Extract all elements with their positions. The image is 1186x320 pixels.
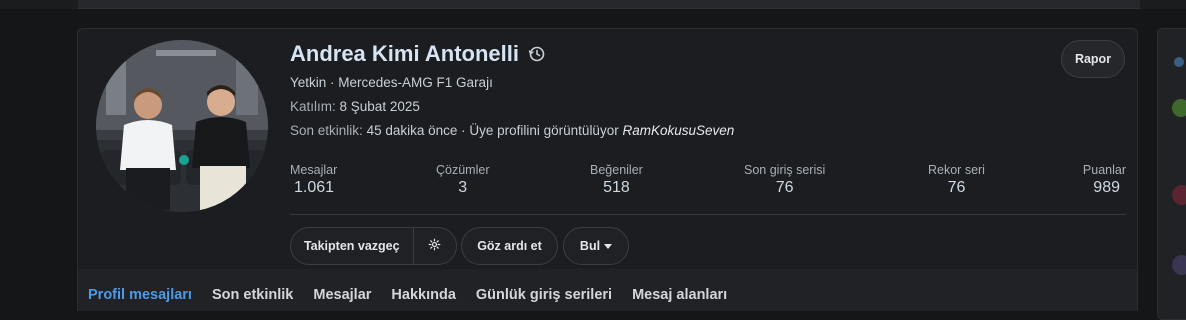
tab-about[interactable]: Hakkında xyxy=(391,287,455,303)
profile-header: Andrea Kimi Antonelli Yetkin · Mercedes-… xyxy=(78,29,1137,269)
stat-messages[interactable]: Mesajlar 1.061 xyxy=(290,163,337,197)
profile-last-activity: Son etkinlik: 45 dakika önce · Üye profi… xyxy=(290,123,734,138)
sidebar-avatar[interactable] xyxy=(1172,255,1186,275)
stat-label: Puanlar xyxy=(1082,163,1126,177)
profile-tabs: Profil mesajları Son etkinlik Mesajlar H… xyxy=(88,287,727,303)
top-nav-strip xyxy=(78,0,1140,9)
tab-recent-activity[interactable]: Son etkinlik xyxy=(212,287,293,303)
stat-points[interactable]: Puanlar 989 xyxy=(1083,163,1126,197)
sidebar-avatar[interactable] xyxy=(1172,185,1186,205)
profile-name: Andrea Kimi Antonelli xyxy=(290,41,547,67)
history-icon[interactable] xyxy=(527,44,547,64)
stat-label: Mesajlar xyxy=(290,163,338,177)
activity-user-link[interactable]: RamKokusuSeven xyxy=(622,123,734,138)
stat-label: Rekor seri xyxy=(928,163,985,177)
profile-name-text: Andrea Kimi Antonelli xyxy=(290,41,519,66)
activity-value: 45 dakika önce · Üye profilini görüntülü… xyxy=(366,123,619,138)
profile-role-text: Yetkin · Mercedes-AMG F1 Garajı xyxy=(290,75,493,90)
find-dropdown-button[interactable]: Bul xyxy=(563,227,629,265)
tab-daily-login-streaks[interactable]: Günlük giriş serileri xyxy=(476,287,612,303)
stat-value: 76 xyxy=(775,179,794,196)
stat-value: 518 xyxy=(603,179,630,196)
sidebar-panel xyxy=(1157,28,1186,320)
joined-label: Katılım: xyxy=(290,99,336,114)
profile-stats: Mesajlar 1.061 Çözümler 3 Beğeniler 518 … xyxy=(290,163,1126,203)
avatar[interactable] xyxy=(96,40,268,212)
stat-likes[interactable]: Beğeniler 518 xyxy=(590,163,643,197)
gear-icon xyxy=(428,238,441,254)
stat-label: Son giriş serisi xyxy=(744,163,826,177)
joined-date: 8 Şubat 2025 xyxy=(339,99,420,114)
avatar-photo xyxy=(96,40,268,212)
activity-label: Son etkinlik: xyxy=(290,123,363,138)
stat-value: 76 xyxy=(947,179,966,196)
unfollow-button[interactable]: Takipten vazgeç xyxy=(291,228,413,264)
report-button[interactable]: Rapor xyxy=(1061,40,1125,78)
stats-divider xyxy=(290,214,1126,215)
stat-login-streak[interactable]: Son giriş serisi 76 xyxy=(744,163,825,197)
top-nav-bar xyxy=(0,0,1186,9)
sidebar-badge-icon[interactable] xyxy=(1172,99,1186,117)
stat-solutions[interactable]: Çözümler 3 xyxy=(436,163,490,197)
tab-profile-messages[interactable]: Profil mesajları xyxy=(88,287,192,303)
follow-button-group: Takipten vazgeç xyxy=(290,227,457,265)
stat-value: 989 xyxy=(1093,179,1120,196)
caret-down-icon xyxy=(604,239,613,253)
follow-settings-button[interactable] xyxy=(414,228,456,264)
sidebar-icon[interactable] xyxy=(1174,57,1184,67)
profile-joined: Katılım: 8 Şubat 2025 xyxy=(290,99,420,114)
ignore-button[interactable]: Göz ardı et xyxy=(461,227,558,265)
stat-label: Beğeniler xyxy=(590,163,643,177)
tab-message-areas[interactable]: Mesaj alanları xyxy=(632,287,727,303)
profile-role: Yetkin · Mercedes-AMG F1 Garajı xyxy=(290,75,493,90)
find-label: Bul xyxy=(579,239,601,253)
stat-label: Çözümler xyxy=(436,163,490,177)
tab-messages[interactable]: Mesajlar xyxy=(313,287,371,303)
stat-value: 1.061 xyxy=(294,179,335,196)
stat-record-streak[interactable]: Rekor seri 76 xyxy=(928,163,985,197)
profile-card: Andrea Kimi Antonelli Yetkin · Mercedes-… xyxy=(77,28,1138,311)
stat-value: 3 xyxy=(458,179,468,196)
